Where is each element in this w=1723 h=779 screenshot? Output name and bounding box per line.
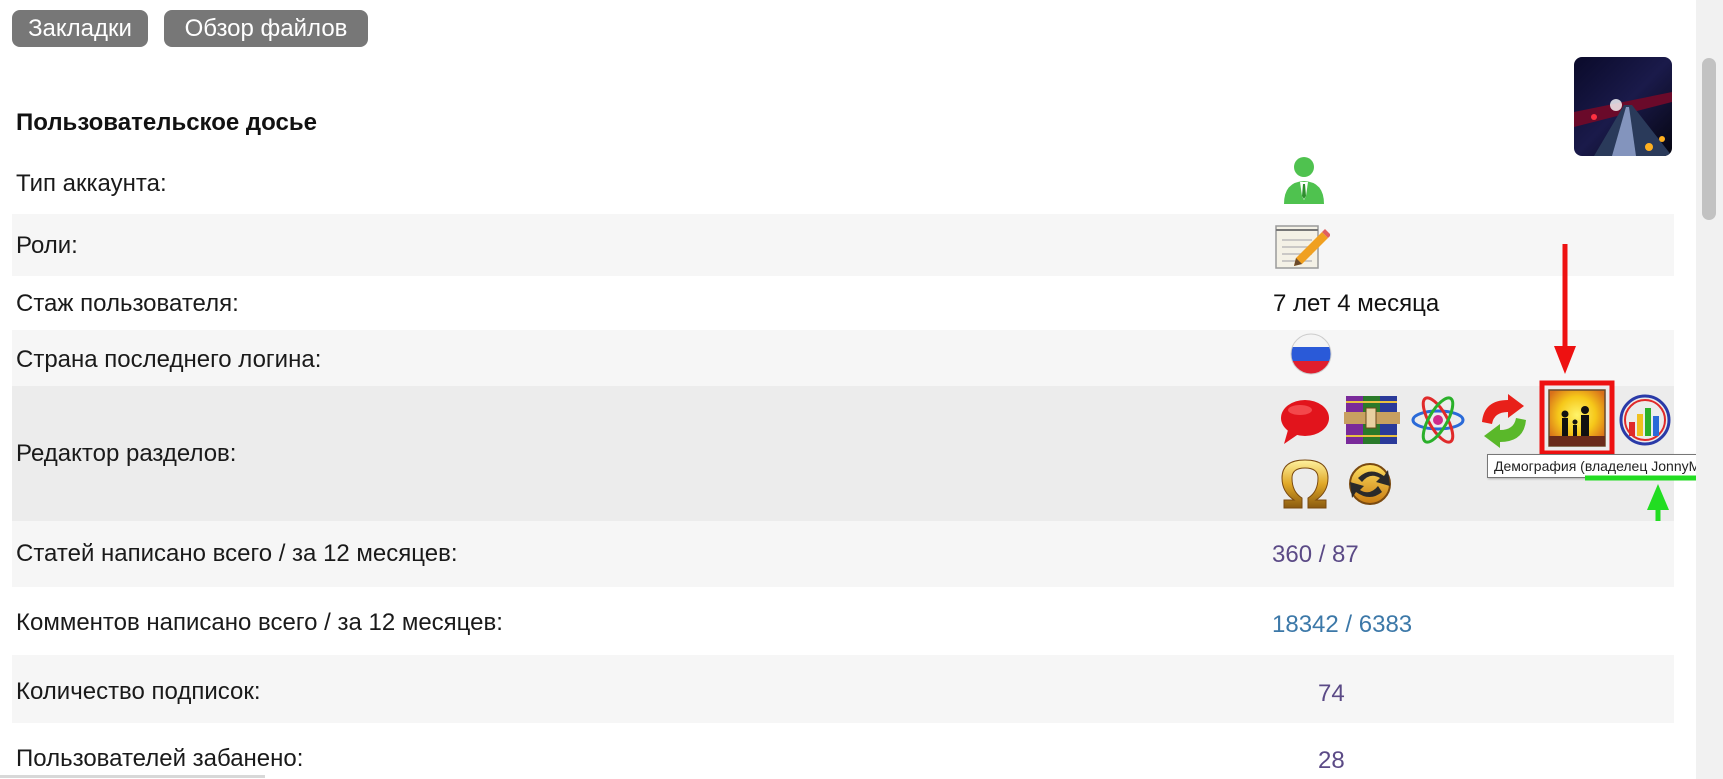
- roles-label: Роли:: [16, 232, 78, 259]
- notepad-pencil-icon: [1274, 222, 1331, 277]
- last-country-label: Страна последнего логина:: [16, 346, 322, 373]
- banned-label: Пользователей забанено:: [16, 745, 304, 772]
- subscriptions-value-link[interactable]: 74: [1318, 680, 1345, 708]
- omega-icon[interactable]: [1278, 454, 1332, 519]
- section-editor-row: Редактор разделов:: [12, 380, 1674, 521]
- russia-flag-icon: [1289, 332, 1333, 381]
- user-account-icon: [1280, 154, 1328, 211]
- bar-chart-globe-icon[interactable]: [1616, 392, 1674, 453]
- comments-label: Комментов написано всего / за 12 месяцев…: [16, 609, 503, 636]
- atom-icon[interactable]: [1410, 392, 1466, 453]
- avatar[interactable]: [1574, 57, 1672, 156]
- banned-row: Пользователей забанено: 28: [12, 723, 1674, 779]
- subscriptions-label: Количество подписок:: [16, 678, 261, 705]
- tenure-row: Стаж пользователя: 7 лет 4 месяца: [12, 276, 1674, 330]
- tenure-value: 7 лет 4 месяца: [1273, 290, 1440, 317]
- gold-arrows-icon[interactable]: [1340, 456, 1400, 517]
- subscriptions-row: Количество подписок: 74: [12, 655, 1674, 723]
- roles-row: Роли:: [12, 214, 1674, 276]
- winrar-books-icon[interactable]: [1342, 390, 1402, 453]
- account-type-label: Тип аккаунта:: [16, 170, 167, 197]
- articles-value-link[interactable]: 360 / 87: [1272, 541, 1359, 569]
- speech-bubble-icon[interactable]: [1278, 396, 1332, 453]
- section-editor-label: Редактор разделов:: [16, 440, 237, 467]
- articles-row: Статей написано всего / за 12 месяцев: 3…: [12, 521, 1674, 587]
- page-title: Пользовательское досье: [16, 109, 317, 136]
- refresh-arrows-icon[interactable]: [1474, 392, 1534, 455]
- account-type-row: Тип аккаунта:: [12, 152, 1674, 214]
- scrollbar-thumb[interactable]: [1702, 58, 1716, 220]
- last-country-row: Страна последнего логина:: [12, 330, 1674, 386]
- articles-label: Статей написано всего / за 12 месяцев:: [16, 540, 458, 567]
- banned-value-link[interactable]: 28: [1318, 747, 1345, 775]
- comments-value-link[interactable]: 18342 / 6383: [1272, 611, 1412, 639]
- file-browser-button[interactable]: Обзор файлов: [164, 10, 368, 47]
- red-annotation-arrow: [1554, 244, 1576, 374]
- tenure-label: Стаж пользователя:: [16, 290, 239, 317]
- bottom-divider: [0, 775, 265, 778]
- demography-family-icon[interactable]: [1539, 380, 1615, 461]
- bookmarks-button[interactable]: Закладки: [12, 10, 148, 47]
- comments-row: Комментов написано всего / за 12 месяцев…: [12, 587, 1674, 655]
